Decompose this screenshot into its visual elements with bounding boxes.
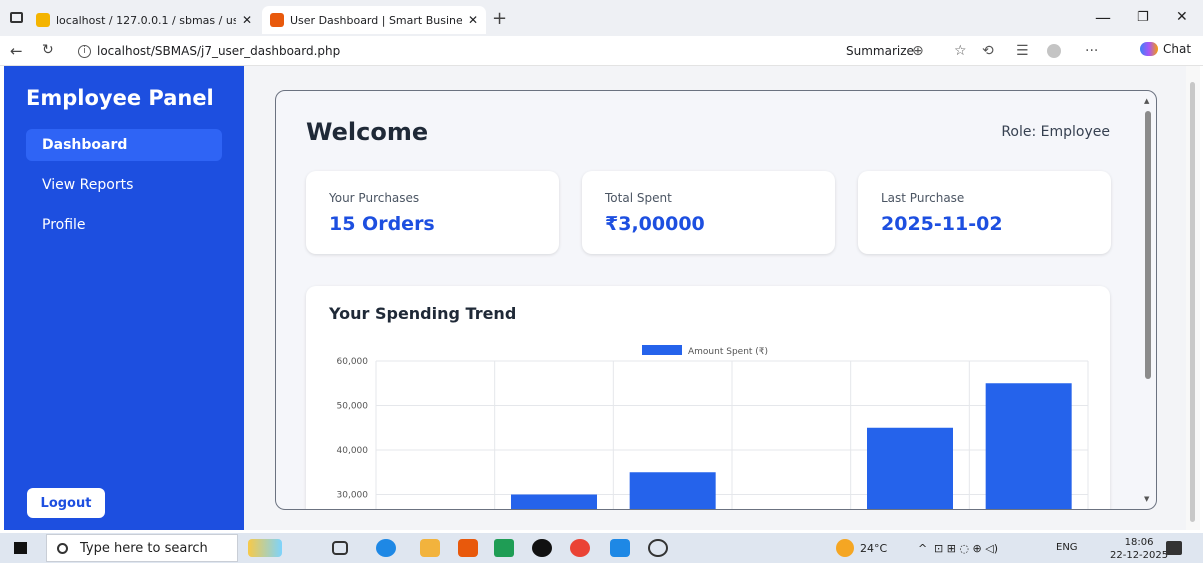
stat-card-purchases: Your Purchases 15 Orders	[306, 171, 559, 254]
stat-value: 2025-11-02	[881, 213, 1003, 235]
sidebar-item-view-reports[interactable]: View Reports	[26, 169, 222, 201]
sidebar-item-profile[interactable]: Profile	[26, 209, 222, 241]
phpmyadmin-icon	[36, 13, 50, 27]
tab-actions-icon[interactable]	[10, 12, 23, 23]
page-scrollbar[interactable]	[1186, 66, 1200, 530]
more-menu-icon[interactable]: ···	[1085, 43, 1098, 59]
sidebar: Employee Panel Dashboard View Reports Pr…	[4, 66, 244, 530]
taskbar: Type here to search 24°C ^ ⊡ ⊞ ◌ ⊕ ◁) EN…	[0, 533, 1203, 563]
tab-phpmyadmin[interactable]: localhost / 127.0.0.1 / sbmas / user ✕	[28, 6, 260, 34]
edge-icon[interactable]	[376, 539, 396, 557]
clock[interactable]: 18:06 22-12-2025	[1110, 536, 1168, 562]
taskbar-search[interactable]: Type here to search	[46, 534, 238, 562]
chart-bar	[629, 472, 716, 509]
stat-card-total-spent: Total Spent ₹3,00000	[582, 171, 835, 254]
scroll-down-icon[interactable]: ▼	[1144, 495, 1149, 503]
copilot-chat-button[interactable]: Chat	[1140, 42, 1191, 56]
chat-label: Chat	[1163, 42, 1192, 56]
back-icon[interactable]: ←	[10, 42, 23, 60]
summarize-button[interactable]: Summarize	[846, 44, 914, 58]
tab-title: localhost / 127.0.0.1 / sbmas / user	[56, 13, 236, 27]
read-aloud-icon[interactable]: ⊕	[912, 43, 924, 59]
stat-label: Last Purchase	[881, 191, 965, 205]
github-icon[interactable]	[532, 539, 552, 557]
search-icon	[57, 542, 68, 554]
notifications-icon[interactable]	[1166, 541, 1182, 555]
spending-trend-card: Your Spending Trend Amount Spent (₹) 60,0…	[306, 286, 1110, 509]
address-bar[interactable]: i localhost/SBMAS/j7_user_dashboard.php	[70, 39, 770, 63]
stat-value: 15 Orders	[329, 213, 435, 235]
weather-icon[interactable]	[836, 539, 854, 557]
minimize-icon[interactable]: —	[1095, 8, 1111, 27]
close-window-icon[interactable]: ✕	[1176, 9, 1188, 25]
profile-avatar[interactable]	[1047, 44, 1061, 58]
browser-tab-strip: localhost / 127.0.0.1 / sbmas / user ✕ U…	[0, 0, 1203, 36]
spending-chart: Amount Spent (₹) 60,000 50,000 40,000 30,000	[337, 345, 1089, 509]
app-icon	[270, 13, 284, 27]
sidebar-item-label: View Reports	[42, 177, 134, 193]
frame-scroll-thumb[interactable]	[1145, 111, 1151, 379]
copilot-icon	[1140, 42, 1158, 56]
app-w-icon[interactable]	[494, 539, 514, 557]
chart-bar	[867, 427, 953, 509]
sidebar-item-dashboard[interactable]: Dashboard	[26, 129, 222, 161]
favorite-star-icon[interactable]: ☆	[954, 43, 967, 59]
clock-date: 22-12-2025	[1110, 550, 1169, 561]
windows-start-icon[interactable]	[14, 542, 27, 554]
close-tab-icon[interactable]: ✕	[468, 13, 478, 27]
restore-icon[interactable]: ❐	[1137, 10, 1149, 25]
language-indicator[interactable]: ENG	[1056, 542, 1078, 553]
tab-user-dashboard[interactable]: User Dashboard | Smart Business M ✕	[262, 6, 486, 34]
y-tick-label: 30,000	[337, 491, 369, 501]
page-scroll-thumb[interactable]	[1190, 82, 1195, 522]
show-hidden-icons[interactable]: ^	[918, 542, 927, 555]
chart-bar	[511, 494, 597, 509]
tray-icons[interactable]: ⊡ ⊞ ◌ ⊕ ◁)	[934, 542, 998, 555]
stat-card-last-purchase: Last Purchase 2025-11-02	[858, 171, 1111, 254]
url-text: localhost/SBMAS/j7_user_dashboard.php	[97, 44, 341, 58]
xampp-icon[interactable]	[458, 539, 478, 557]
search-placeholder: Type here to search	[80, 540, 208, 556]
copilot-taskbar-icon[interactable]	[248, 539, 282, 557]
page-title: Welcome	[306, 118, 429, 146]
vscode-icon[interactable]	[610, 539, 630, 557]
y-tick-label: 50,000	[337, 402, 369, 412]
scroll-up-icon[interactable]: ▲	[1144, 97, 1149, 105]
legend-label: Amount Spent (₹)	[688, 347, 768, 357]
clock-time: 18:06	[1124, 537, 1154, 548]
temperature: 24°C	[860, 542, 888, 555]
stat-value: ₹3,00000	[605, 213, 705, 235]
y-tick-label: 40,000	[337, 446, 369, 456]
logout-button[interactable]: Logout	[27, 488, 105, 518]
chatgpt-icon[interactable]	[648, 539, 668, 557]
legend-swatch	[642, 345, 682, 355]
sidebar-item-label: Dashboard	[42, 137, 128, 153]
file-explorer-icon[interactable]	[420, 539, 440, 557]
task-view-icon[interactable]	[332, 541, 348, 555]
stat-label: Total Spent	[605, 191, 672, 205]
tab-title: User Dashboard | Smart Business M	[290, 13, 462, 27]
browser-toolbar: ← ↻ i localhost/SBMAS/j7_user_dashboard.…	[0, 36, 1203, 66]
extensions-icon[interactable]: ⟲	[982, 43, 994, 59]
favorites-icon[interactable]: ☰	[1016, 43, 1029, 59]
site-info-icon[interactable]: i	[78, 44, 91, 58]
sidebar-brand: Employee Panel	[26, 86, 214, 110]
frame-scrollbar[interactable]: ▲ ▼	[1144, 97, 1152, 503]
chart-bar	[985, 383, 1072, 509]
refresh-icon[interactable]: ↻	[42, 42, 54, 58]
y-tick-label: 60,000	[337, 357, 369, 367]
sidebar-item-label: Profile	[42, 217, 86, 233]
new-tab-button[interactable]: +	[492, 8, 507, 29]
chrome-icon[interactable]	[570, 539, 590, 557]
dashboard-frame: Welcome Role: Employee Your Purchases 15…	[275, 90, 1157, 510]
stat-label: Your Purchases	[329, 191, 420, 205]
close-tab-icon[interactable]: ✕	[242, 13, 252, 27]
role-label: Role: Employee	[1001, 124, 1110, 140]
